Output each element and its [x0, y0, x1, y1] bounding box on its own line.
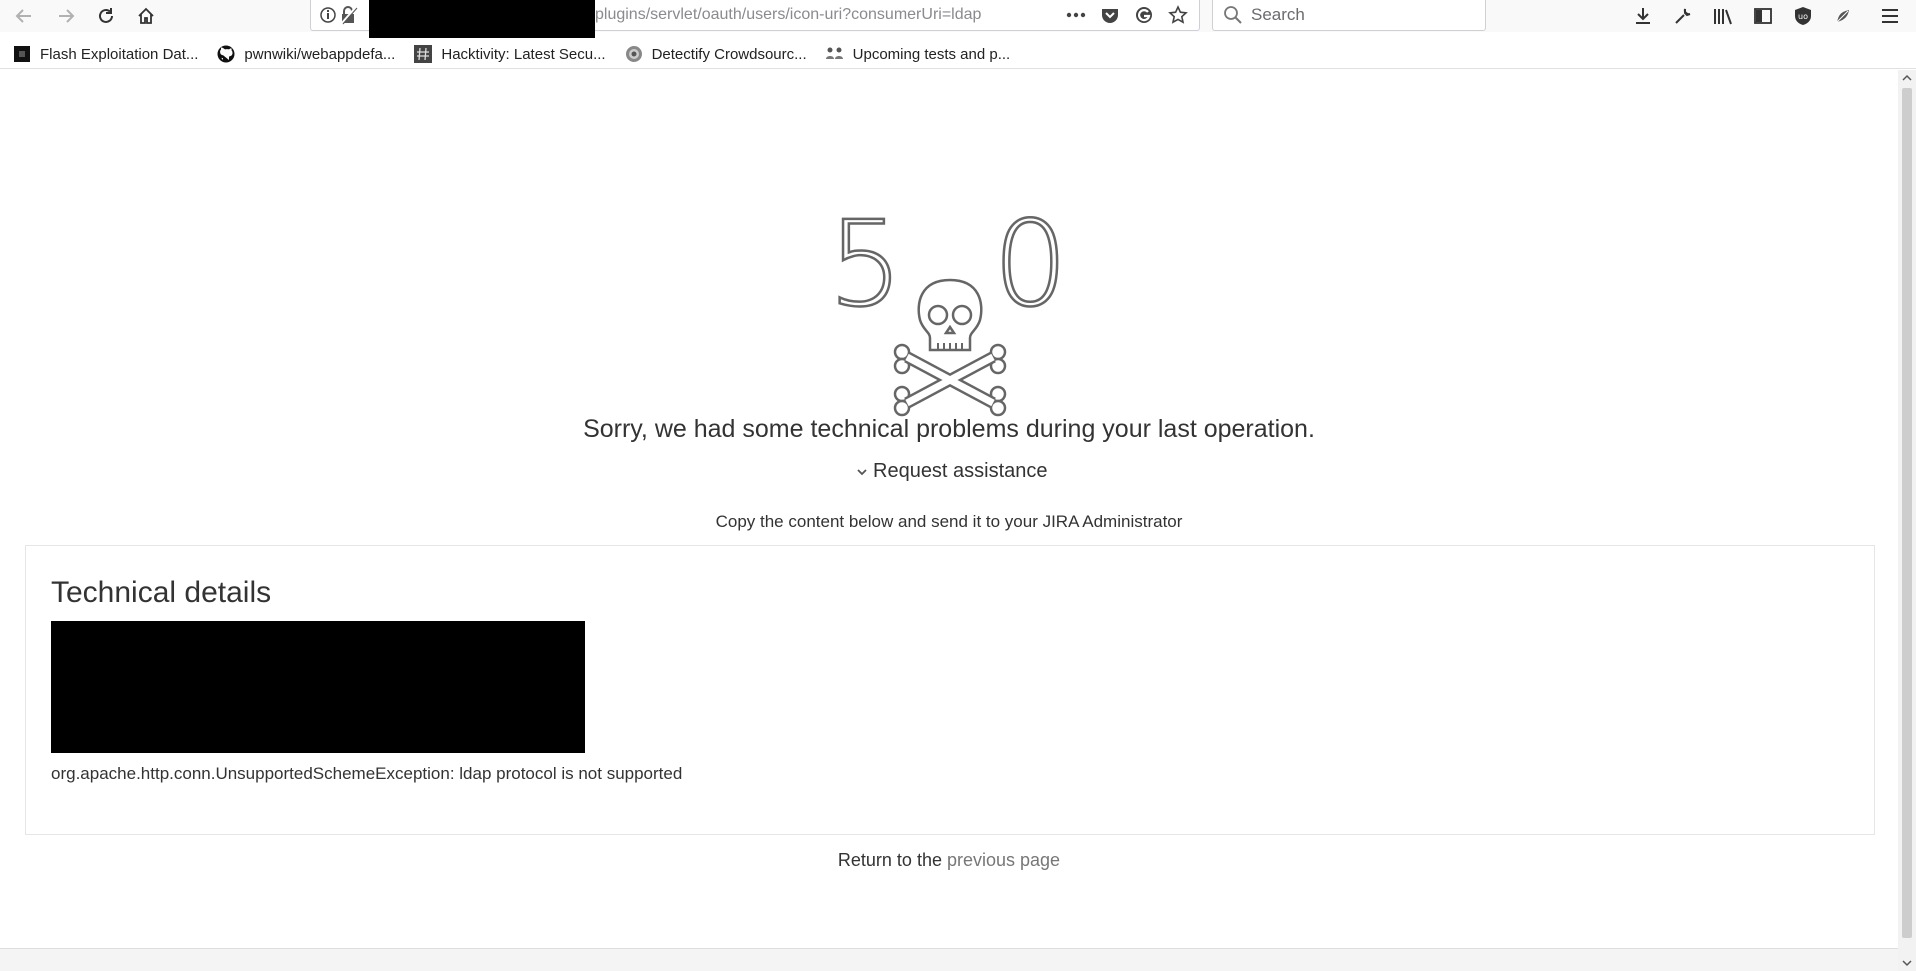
library-icon[interactable]	[1710, 3, 1736, 29]
detectify-icon	[624, 44, 644, 64]
bookmark-label: Upcoming tests and p...	[852, 45, 1011, 63]
page-footer-strip	[0, 948, 1916, 971]
bookmarks-toolbar: Flash Exploitation Dat... pwnwiki/webapp…	[0, 40, 1916, 69]
request-assistance-toggle[interactable]: Request assistance	[855, 460, 1048, 483]
hamburger-icon	[1882, 9, 1898, 23]
redacted-details	[51, 621, 585, 753]
error-code-right: 0	[993, 195, 1068, 333]
bookmark-item[interactable]: Hacktivity: Latest Secu...	[413, 44, 606, 64]
error-500-illustration: 5 0	[827, 194, 1069, 417]
scroll-up-arrow-icon[interactable]	[1901, 72, 1913, 84]
hash-icon	[413, 44, 433, 64]
search-input[interactable]	[1251, 3, 1471, 27]
reload-button[interactable]	[92, 2, 120, 30]
browser-toolbar: plugins/servlet/oauth/users/icon-uri?con…	[0, 0, 1916, 38]
return-line: Return to the previous page	[0, 850, 1898, 871]
sidebar-icon[interactable]	[1750, 3, 1776, 29]
bookmark-item[interactable]: Flash Exploitation Dat...	[12, 44, 198, 64]
people-icon	[825, 44, 845, 64]
bookmark-star-icon[interactable]	[1167, 4, 1189, 26]
bookmark-label: Flash Exploitation Dat...	[40, 45, 199, 63]
site-info-icon[interactable]	[319, 5, 361, 25]
menu-button[interactable]	[1876, 3, 1904, 29]
redacted-domain	[369, 0, 595, 38]
extension-icon[interactable]	[1830, 3, 1856, 29]
forward-button[interactable]	[52, 2, 80, 30]
back-arrow-icon	[15, 9, 31, 23]
search-icon	[1224, 6, 1242, 24]
bookmark-item[interactable]: Detectify Crowdsourc...	[624, 44, 807, 64]
github-icon	[216, 44, 236, 64]
bookmark-label: Hacktivity: Latest Secu...	[441, 45, 606, 63]
request-assistance-label: Request assistance	[873, 460, 1048, 482]
svg-text:uo: uo	[1798, 12, 1808, 21]
bookmark-label: Detectify Crowdsourc...	[651, 45, 807, 63]
vertical-scrollbar[interactable]	[1898, 70, 1916, 971]
page-content: 5 0 Sorry, we had some technical problem…	[0, 70, 1898, 950]
previous-page-link[interactable]: previous page	[947, 850, 1060, 870]
bookmark-item[interactable]: pwnwiki/webappdefa...	[216, 44, 395, 64]
bookmark-item[interactable]: Upcoming tests and p...	[825, 44, 1011, 64]
skull-crossbones-icon	[893, 278, 1007, 417]
downloads-icon[interactable]	[1630, 3, 1656, 29]
ublock-icon[interactable]: uo	[1790, 3, 1816, 29]
home-icon	[138, 7, 154, 24]
error-message: Sorry, we had some technical problems du…	[583, 415, 1315, 443]
reload-icon	[99, 8, 113, 23]
address-bar[interactable]: plugins/servlet/oauth/users/icon-uri?con…	[310, 0, 1200, 38]
wrench-icon[interactable]	[1670, 3, 1696, 29]
bookmark-label: pwnwiki/webappdefa...	[244, 45, 396, 63]
exception-text: org.apache.http.conn.UnsupportedSchemeEx…	[51, 764, 683, 783]
search-bar[interactable]	[1212, 0, 1486, 31]
scrollbar-thumb[interactable]	[1902, 88, 1912, 938]
forward-arrow-icon	[59, 9, 75, 23]
technical-details-panel: Technical details org.apache.http.conn.U…	[25, 545, 1875, 835]
back-button[interactable]	[10, 2, 38, 30]
technical-details-title: Technical details	[51, 576, 272, 609]
scroll-down-arrow-icon[interactable]	[1901, 957, 1913, 969]
copy-instruction: Copy the content below and send it to yo…	[715, 512, 1183, 531]
page-actions-icon[interactable]	[1065, 4, 1087, 26]
pocket-icon[interactable]	[1099, 4, 1121, 26]
url-text[interactable]: plugins/servlet/oauth/users/icon-uri?con…	[595, 6, 1035, 24]
return-prefix: Return to the	[837, 850, 942, 870]
error-code-left: 5	[828, 195, 903, 333]
home-button[interactable]	[132, 2, 160, 30]
chevron-down-icon	[857, 468, 867, 475]
grammarly-icon[interactable]	[1133, 4, 1155, 26]
square-icon	[12, 44, 32, 64]
